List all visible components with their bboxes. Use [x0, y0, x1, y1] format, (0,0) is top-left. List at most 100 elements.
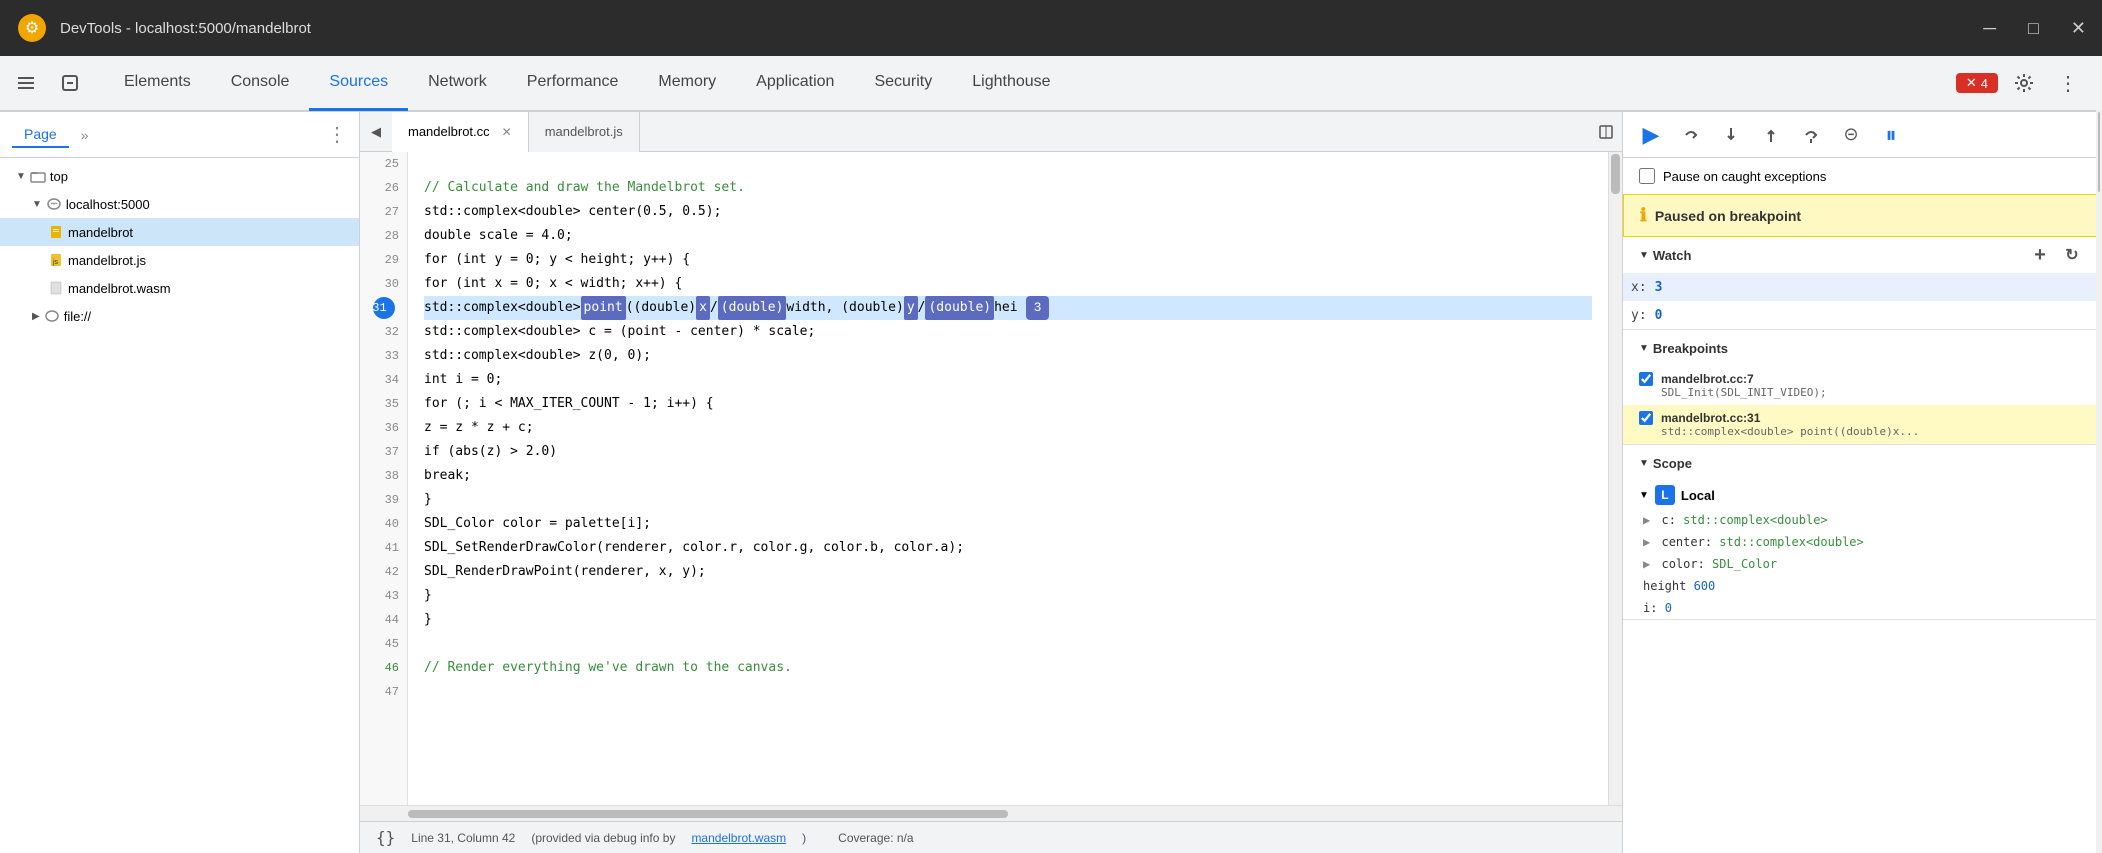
cloud-file-icon: [44, 308, 60, 324]
info-icon: ℹ: [1640, 205, 1647, 226]
tree-item-localhost[interactable]: ▼ localhost:5000: [0, 190, 359, 218]
tab-console[interactable]: Console: [211, 55, 310, 111]
scrollbar-thumb[interactable]: [1611, 154, 1620, 194]
code-line-42: SDL_RenderDrawPoint(renderer, x, y);: [424, 560, 1592, 584]
close-tab-mandelbrot-cc[interactable]: ✕: [502, 125, 512, 139]
scope-section: ▼ Scope ▼ L Local ▶ c: std::complex<doub…: [1623, 445, 2102, 620]
tab-application[interactable]: Application: [736, 55, 854, 111]
tree-item-mandelbrot-js[interactable]: js mandelbrot.js: [0, 246, 359, 274]
bp-detail-2: std::complex<double> point((double)x...: [1639, 425, 2086, 438]
window-title: DevTools - localhost:5000/mandelbrot: [60, 20, 1971, 37]
debugger-toolbar: ▶ ⊝ ⏸: [1623, 112, 2102, 158]
file-icon: [48, 224, 64, 240]
window-controls[interactable]: ─ □ ✕: [1983, 18, 2086, 39]
folder-icon: [30, 168, 46, 184]
filetree-body: ▼ top ▼ localhost:5000 mandelbrot js man…: [0, 158, 359, 853]
tab-security[interactable]: Security: [854, 55, 952, 111]
scope-color[interactable]: ▶ color: SDL_Color: [1623, 553, 2102, 575]
paused-text: Paused on breakpoint: [1655, 208, 1801, 224]
editor-tab-prev[interactable]: ◀: [360, 112, 392, 152]
file-tree-panel: Page » ⋮ ▼ top ▼ localhost:5000 mandelbr…: [0, 112, 360, 853]
maximize-btn[interactable]: □: [2028, 18, 2039, 39]
tree-label-localhost: localhost:5000: [66, 197, 150, 212]
debugger-scrollbar-thumb[interactable]: [2098, 112, 2100, 192]
app-icon: ⚙: [16, 12, 48, 44]
more-btn[interactable]: ⋮: [2050, 65, 2086, 101]
code-editor[interactable]: 25 26 27 28 29 30 31 32 33 34 35 36 37 3…: [360, 152, 1622, 805]
tree-item-mandelbrot[interactable]: mandelbrot: [0, 218, 359, 246]
scope-c[interactable]: ▶ c: std::complex<double>: [1623, 509, 2102, 531]
breakpoints-section: ▼ Breakpoints mandelbrot.cc:7 SDL_Init(S…: [1623, 330, 2102, 445]
breakpoint-item-2: mandelbrot.cc:31 std::complex<double> po…: [1623, 405, 2102, 444]
hscrollbar-thumb[interactable]: [408, 810, 1008, 818]
step-over-btn[interactable]: [1675, 119, 1707, 151]
watch-arrow: ▼: [1639, 250, 1649, 261]
tab-performance[interactable]: Performance: [507, 55, 639, 111]
code-line-37: if (abs(z) > 2.0): [424, 440, 1592, 464]
horizontal-scrollbar[interactable]: [360, 805, 1622, 821]
source-close-paren: ): [802, 831, 806, 845]
scope-section-header[interactable]: ▼ Scope: [1623, 445, 2102, 481]
scope-center[interactable]: ▶ center: std::complex<double>: [1623, 531, 2102, 553]
watch-section-header[interactable]: ▼ Watch + ↻: [1623, 237, 2102, 273]
debugger-body: Pause on caught exceptions ℹ Paused on b…: [1623, 158, 2102, 853]
code-line-38: break;: [424, 464, 1592, 488]
code-line-31: std::complex<double> point((double)x / (…: [424, 296, 1592, 320]
code-line-46: // Render everything we've drawn to the …: [424, 656, 1592, 680]
editor-tab-expand[interactable]: [1590, 112, 1622, 152]
close-btn[interactable]: ✕: [2071, 18, 2086, 39]
tab-sources[interactable]: Sources: [309, 55, 408, 111]
error-badge[interactable]: ✕ 4: [1956, 73, 1998, 93]
paused-banner: ℹ Paused on breakpoint: [1623, 194, 2102, 237]
resume-btn[interactable]: ▶: [1635, 119, 1667, 151]
bp-checkbox-2[interactable]: [1639, 411, 1653, 425]
format-btn[interactable]: {}: [376, 828, 395, 847]
js-file-icon: js: [48, 252, 64, 268]
tab-memory[interactable]: Memory: [638, 55, 736, 111]
scope-i: i: 0: [1623, 597, 2102, 619]
scope-local-label: Local: [1681, 488, 1715, 503]
tab-network[interactable]: Network: [408, 55, 507, 111]
code-line-25: [424, 152, 1592, 176]
minimize-btn[interactable]: ─: [1983, 18, 1996, 39]
editor-tab-mandelbrot-cc[interactable]: mandelbrot.cc ✕: [392, 112, 529, 152]
watch-add-btn[interactable]: +: [2026, 241, 2054, 269]
watch-label: Watch: [1653, 248, 2022, 263]
code-line-41: SDL_SetRenderDrawColor(renderer, color.r…: [424, 536, 1592, 560]
hscrollbar-end: [1590, 806, 1622, 822]
folder-arrow: ▼: [16, 171, 26, 182]
source-info-text: (provided via debug info by: [531, 831, 675, 845]
code-content[interactable]: // Calculate and draw the Mandelbrot set…: [408, 152, 1608, 805]
pause-exceptions-checkbox[interactable]: [1639, 168, 1655, 184]
source-file-link[interactable]: mandelbrot.wasm: [691, 831, 786, 845]
tab-toggle-btn[interactable]: [8, 65, 44, 101]
breakpoints-section-header[interactable]: ▼ Breakpoints: [1623, 330, 2102, 366]
tab-elements[interactable]: Elements: [104, 55, 211, 111]
tab-lighthouse[interactable]: Lighthouse: [952, 55, 1070, 111]
tree-item-mandelbrot-wasm[interactable]: mandelbrot.wasm: [0, 274, 359, 302]
watch-refresh-btn[interactable]: ↻: [2058, 241, 2086, 269]
vertical-scrollbar[interactable]: [1608, 152, 1622, 805]
cursor-position: Line 31, Column 42: [411, 831, 515, 845]
step-out-btn[interactable]: [1755, 119, 1787, 151]
scope-local-arrow: ▼: [1639, 490, 1649, 501]
code-line-27: std::complex<double> center(0.5, 0.5);: [424, 200, 1592, 224]
tooltip-3: 3: [1026, 296, 1050, 320]
tree-item-file[interactable]: ▶ file://: [0, 302, 359, 330]
tab-inspect-btn[interactable]: [52, 65, 88, 101]
cloud-folder-icon: [46, 196, 62, 212]
bp-checkbox-1[interactable]: [1639, 372, 1653, 386]
local-badge: L: [1655, 485, 1675, 505]
filetree-more-btn[interactable]: ⋮: [327, 122, 347, 147]
step-into-btn[interactable]: [1715, 119, 1747, 151]
tree-item-top[interactable]: ▼ top: [0, 162, 359, 190]
deactivate-btn[interactable]: ⊝: [1835, 119, 1867, 151]
settings-btn[interactable]: [2006, 65, 2042, 101]
pause-toggle-btn[interactable]: ⏸: [1875, 119, 1907, 151]
page-tab[interactable]: Page: [12, 122, 69, 148]
folder-arrow: ▶: [32, 311, 40, 322]
scope-local-header[interactable]: ▼ L Local: [1623, 481, 2102, 509]
editor-tab-mandelbrot-js[interactable]: mandelbrot.js: [529, 112, 640, 152]
code-line-45: [424, 632, 1592, 656]
step-btn[interactable]: [1795, 119, 1827, 151]
